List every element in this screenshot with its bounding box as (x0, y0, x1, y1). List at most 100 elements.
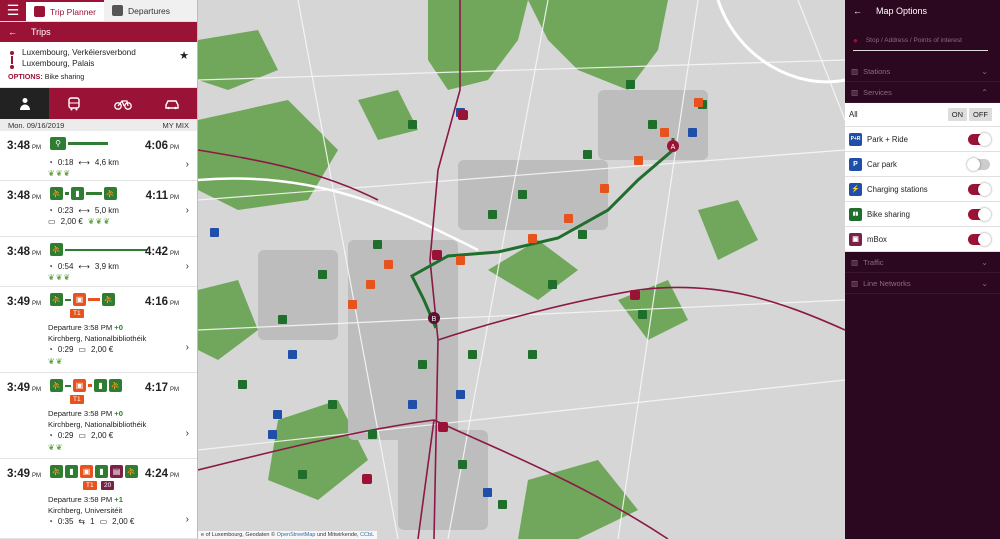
charging-stations-toggle[interactable] (968, 182, 991, 196)
trip-stats: ◔ 0:23 ⟷ 5,0 km (48, 206, 119, 215)
route-destination: Luxembourg, Palais (22, 59, 95, 68)
mode-bus-icon[interactable] (49, 88, 98, 119)
charging-station-icon: ⚡ (849, 182, 862, 196)
trip-legs: ⚲ (50, 137, 108, 150)
eco-leaf-icon: ❦❦❦ (87, 217, 111, 226)
map-attribution: e of Luxembourg, Geodaten © OpenStreetMa… (198, 531, 378, 539)
meridiem: PM (32, 473, 42, 479)
trip-card[interactable]: 3:49 PM ⛹ ▣ ⛹ T1 4:16 PM Departure 3:58 PM… (0, 287, 197, 373)
eco-leaf-icon: ❦❦❦ (48, 273, 72, 282)
departure-text: Departure 3:58 PM (48, 409, 113, 418)
line-badge: 20 (101, 481, 115, 490)
clock-icon: ◔ (48, 345, 53, 354)
mbox-toggle[interactable] (968, 232, 991, 246)
trip-card[interactable]: 3:48 PM ⛹ 4:42 PM ◔ 0:54 ⟷ 3,9 km ❦❦❦ › (0, 237, 197, 287)
date-line: Mon. 09/16/2019 MY MIX (0, 119, 197, 131)
osm-link[interactable]: OpenStreetMap (277, 532, 316, 538)
profile-label[interactable]: MY MIX (162, 121, 189, 130)
back-arrow-icon[interactable]: ← (8, 27, 17, 37)
bike-sharing-icon: ▮▮ (849, 207, 862, 221)
map-options-panel: ← Map Options ● Stop / Address / Points … (845, 0, 1000, 539)
tab-trip-planner[interactable]: Trip Planner (26, 0, 104, 21)
marker-a[interactable]: A (671, 144, 676, 151)
price-value: 2,00 € (112, 517, 135, 526)
trip-stats: ◔ 0:35 ⇆ 1 ▭ 2,00 € (48, 517, 134, 526)
chevron-down-icon: ⌄ (981, 278, 988, 288)
section-line-networks[interactable]: ▥ Line Networks ⌄ (845, 273, 1000, 294)
section-stations[interactable]: ▥ Stations ⌄ (845, 61, 1000, 82)
bike-sharing-icon: ▮ (65, 465, 78, 478)
chevron-right-icon[interactable]: › (186, 428, 189, 439)
park-ride-toggle[interactable] (968, 132, 991, 146)
map-view[interactable]: A B e of Luxembourg, Geodaten © OpenStre… (198, 0, 845, 539)
dep-value: 3:48 (7, 140, 31, 152)
all-on-button[interactable]: ON (947, 108, 967, 121)
stations-icon: ▥ (851, 66, 859, 76)
menu-icon[interactable]: ☰ (0, 0, 26, 21)
service-label: Car park (867, 159, 897, 169)
trip-legs: ⛹ ▣ ▮ ⛹ (50, 379, 122, 392)
mode-bike-icon[interactable] (99, 88, 148, 119)
chevron-right-icon[interactable]: › (186, 261, 189, 272)
chevron-right-icon[interactable]: › (186, 342, 189, 353)
meridiem: PM (170, 145, 179, 151)
stop-name: Kirchberg, Nationalbibliothéik (48, 334, 147, 343)
trip-price: ▭ 2,00 € ❦❦❦ (48, 217, 111, 226)
trip-card[interactable]: 3:49 PM ⛹ ▣ ▮ ⛹ T1 4:17 PM Departure 3:58 … (0, 373, 197, 459)
departure-time: 3:49 PM (7, 382, 41, 394)
attribution-mid: und Mitwirkende, (316, 532, 359, 538)
section-label: Stations (863, 66, 891, 76)
tab-departures[interactable]: Departures (104, 0, 178, 21)
car-park-toggle[interactable] (967, 157, 990, 171)
departure-text: Departure 3:58 PM (48, 323, 113, 332)
eco-leaf-icon: ❦❦❦ (48, 169, 72, 178)
favorite-star-icon[interactable]: ★ (179, 49, 189, 62)
departure-time: 3:48 PM (7, 246, 41, 258)
tram-icon: ▣ (80, 465, 93, 478)
section-services[interactable]: ▥ Services ⌃ (845, 82, 1000, 103)
map-canvas: A B (198, 0, 845, 539)
line-badge: T1 (70, 309, 84, 318)
departure-time: 3:49 PM (7, 468, 41, 480)
all-off-button[interactable]: OFF (969, 108, 992, 121)
trip-card[interactable]: 3:48 PM ⛹ ▮ ⛹ 4:11 PM ◔ 0:23 ⟷ 5,0 km ▭ 2,00 €… (0, 181, 197, 237)
mode-person-icon[interactable] (0, 88, 50, 119)
marker-b[interactable]: B (432, 316, 437, 323)
chevron-right-icon[interactable]: › (186, 205, 189, 216)
trip-card[interactable]: 3:48 PM ⚲ 4:06 PM ◔ 0:18 ⟷ 4,6 km ❦❦❦ › (0, 131, 197, 181)
service-charging-stations: ⚡ Charging stations (845, 177, 1000, 202)
trip-duration: 0:29 (57, 431, 74, 440)
search-field[interactable]: ● Stop / Address / Points of interest (853, 31, 988, 51)
chevron-right-icon[interactable]: › (186, 514, 189, 525)
leg-line (65, 192, 69, 195)
traffic-icon: ▥ (851, 257, 859, 267)
trip-date[interactable]: Mon. 09/16/2019 (8, 121, 64, 130)
cc-link[interactable]: CCbL (360, 532, 374, 538)
trip-card[interactable]: 3:49 PM ⛹ ▮ ▣ ▮ ▤ ⛹ T1 20 4:24 PM Departur… (0, 459, 197, 539)
leg-line (86, 192, 102, 195)
service-label: Park + Ride (867, 134, 908, 144)
bike-sharing-icon: ▮ (94, 379, 107, 392)
route-summary[interactable]: Luxembourg, Verkéiersverbond Luxembourg,… (0, 42, 197, 88)
services-all-row: All ON OFF (845, 103, 1000, 127)
chevron-right-icon[interactable]: › (186, 159, 189, 170)
service-mbox: ▣ mBox (845, 227, 1000, 252)
meridiem: PM (32, 301, 42, 307)
departure-time: 3:48 PM (7, 140, 41, 152)
trip-stats: ◔ 0:29 ▭ 2,00 € (48, 345, 113, 354)
trip-stats: ◔ 0:29 ▭ 2,00 € (48, 431, 113, 440)
section-label: Line Networks (863, 278, 911, 288)
departure-info: Departure 3:58 PM +1 (48, 495, 123, 504)
options-value: Bike sharing (44, 72, 85, 81)
clock-icon: ◔ (48, 262, 53, 271)
mode-car-icon[interactable] (148, 88, 197, 119)
departure-time: 3:49 PM (7, 296, 41, 308)
section-traffic[interactable]: ▥ Traffic ⌄ (845, 252, 1000, 273)
arrival-time: 4:17 PM (145, 382, 179, 394)
back-arrow-icon[interactable]: ← (853, 6, 862, 16)
trip-stats: ◔ 0:54 ⟷ 3,9 km (48, 262, 119, 271)
trip-legs: ⛹ ▮ ⛹ (50, 187, 117, 200)
bike-sharing-toggle[interactable] (968, 207, 991, 221)
location-pin-icon: ● (853, 36, 858, 45)
tab-label: Departures (127, 5, 171, 16)
